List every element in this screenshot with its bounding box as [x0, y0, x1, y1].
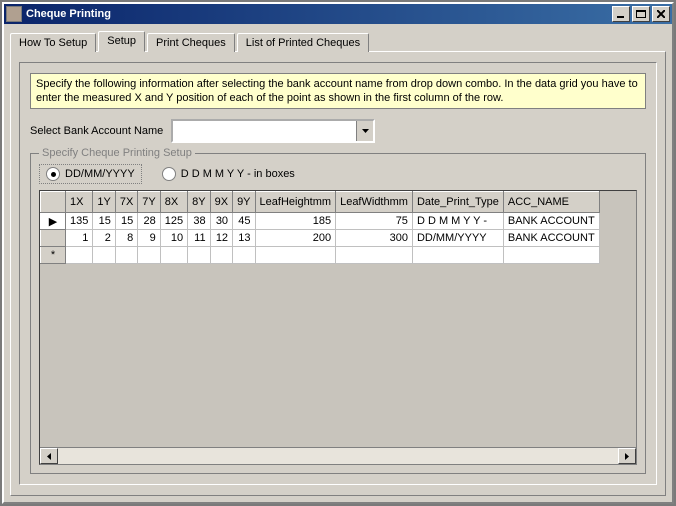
radio-label: D D M M Y Y - in boxes [181, 168, 295, 180]
window-title: Cheque Printing [26, 8, 610, 20]
col-header[interactable]: 1Y [93, 192, 115, 213]
tab-list-printed[interactable]: List of Printed Cheques [237, 33, 369, 52]
titlebar: Cheque Printing [4, 4, 672, 24]
radio-ddmmyyyy[interactable]: DD/MM/YYYY [39, 164, 142, 184]
new-row[interactable]: * [41, 247, 600, 264]
col-header[interactable]: 7Y [138, 192, 160, 213]
bank-account-combo[interactable] [171, 119, 375, 143]
tab-strip: How To Setup Setup Print Cheques List of… [10, 30, 666, 51]
col-header[interactable]: 8X [160, 192, 187, 213]
col-header[interactable]: 9Y [233, 192, 255, 213]
maximize-button[interactable] [632, 6, 650, 22]
close-button[interactable] [652, 6, 670, 22]
window: Cheque Printing How To Setup Setup Print… [0, 0, 676, 506]
data-grid[interactable]: 1X 1Y 7X 7Y 8X 8Y 9X 9Y [39, 190, 637, 465]
row-selector[interactable] [41, 230, 66, 247]
cheque-setup-group: Specify Cheque Printing Setup DD/MM/YYYY… [30, 153, 646, 474]
horizontal-scrollbar[interactable] [40, 447, 636, 464]
col-header[interactable]: LeafHeightmm [255, 192, 336, 213]
minimize-button[interactable] [612, 6, 630, 22]
radio-dot-icon [162, 167, 176, 181]
grid-header-row: 1X 1Y 7X 7Y 8X 8Y 9X 9Y [41, 192, 600, 213]
fieldset-legend: Specify Cheque Printing Setup [39, 147, 195, 159]
col-header[interactable]: ACC_NAME [503, 192, 599, 213]
table-row[interactable]: 1 2 8 9 10 11 12 13 200 [41, 230, 600, 247]
new-row-icon[interactable]: * [41, 247, 66, 264]
col-header[interactable]: 9X [210, 192, 232, 213]
bank-account-value [173, 121, 356, 141]
tab-setup[interactable]: Setup [98, 31, 145, 52]
col-header[interactable]: LeafWidthmm [336, 192, 413, 213]
scroll-right-icon[interactable] [618, 448, 636, 464]
scroll-track[interactable] [58, 448, 618, 464]
tab-how-to-setup[interactable]: How To Setup [10, 33, 96, 52]
table-row[interactable]: ▶ 135 15 15 28 125 38 30 [41, 213, 600, 230]
row-selector-icon[interactable]: ▶ [41, 213, 66, 230]
radio-dot-icon [46, 167, 60, 181]
bank-select-label: Select Bank Account Name [30, 125, 163, 137]
tab-print-cheques[interactable]: Print Cheques [147, 33, 235, 52]
col-header[interactable]: Date_Print_Type [412, 192, 503, 213]
col-header[interactable]: 8Y [188, 192, 210, 213]
radio-ddmmyy-boxes[interactable]: D D M M Y Y - in boxes [156, 165, 301, 183]
chevron-down-icon[interactable] [356, 121, 373, 141]
app-icon [6, 6, 22, 22]
scroll-left-icon[interactable] [40, 448, 58, 464]
col-header[interactable]: 7X [115, 192, 137, 213]
radio-label: DD/MM/YYYY [65, 168, 135, 180]
col-header[interactable]: 1X [66, 192, 93, 213]
info-banner: Specify the following information after … [30, 73, 646, 109]
